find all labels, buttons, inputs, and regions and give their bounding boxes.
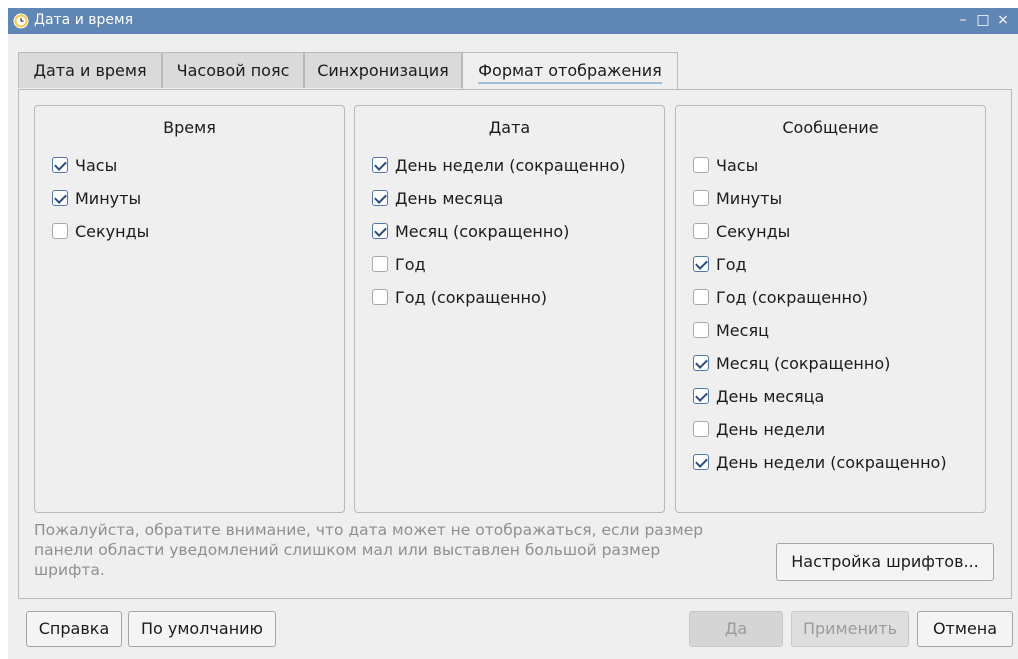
tab-label: Формат отображения bbox=[478, 61, 662, 84]
checkbox-box[interactable] bbox=[693, 190, 709, 206]
minimize-icon[interactable]: – bbox=[954, 10, 972, 30]
tab-synchronization[interactable]: Синхронизация bbox=[304, 52, 462, 88]
clock-app-icon bbox=[13, 13, 29, 29]
ok-button[interactable]: Да bbox=[689, 611, 783, 647]
checkbox-label: День месяца bbox=[716, 387, 825, 406]
checkbox-box[interactable] bbox=[372, 289, 388, 305]
checkbox-label: Месяц bbox=[716, 321, 769, 340]
defaults-button[interactable]: По умолчанию bbox=[128, 611, 276, 647]
checkbox-label: Секунды bbox=[75, 222, 150, 241]
maximize-icon[interactable]: □ bbox=[974, 10, 992, 30]
checkbox-label: Месяц (сокращенно) bbox=[716, 354, 891, 373]
checkbox-label: Год (сокращенно) bbox=[395, 288, 548, 307]
checkbox-box[interactable] bbox=[693, 157, 709, 173]
checkbox-box[interactable] bbox=[693, 223, 709, 239]
group-title: Дата bbox=[488, 118, 531, 137]
checkbox-label: Секунды bbox=[716, 222, 791, 241]
close-icon[interactable]: × bbox=[994, 10, 1012, 30]
group-message: Сообщение Часы Минуты Секунды Год Год (с… bbox=[675, 105, 986, 513]
checkbox-label: Год bbox=[395, 255, 426, 274]
tab-time-zone[interactable]: Часовой пояс bbox=[162, 52, 304, 88]
checkbox-box[interactable] bbox=[52, 157, 68, 173]
checkbox-label: День недели bbox=[716, 420, 826, 439]
group-title: Время bbox=[163, 118, 216, 137]
tab-date-time[interactable]: Дата и время bbox=[18, 52, 162, 88]
notice-line: шрифта. bbox=[34, 561, 105, 579]
checkbox-box[interactable] bbox=[52, 223, 68, 239]
checkbox-label: Минуты bbox=[716, 189, 783, 208]
date-time-window: Дата и время – □ × Дата и время Часовой … bbox=[8, 8, 1018, 659]
checkbox-box[interactable] bbox=[52, 190, 68, 206]
tab-label: Часовой пояс bbox=[176, 61, 290, 80]
checkbox-label: Часы bbox=[75, 156, 118, 175]
cancel-button[interactable]: Отмена bbox=[917, 611, 1013, 647]
checkbox-label: День недели (сокращенно) bbox=[716, 453, 947, 472]
checkbox-label: Часы bbox=[716, 156, 759, 175]
checkbox-box[interactable] bbox=[372, 157, 388, 173]
checkbox-box[interactable] bbox=[693, 322, 709, 338]
checkbox-box[interactable] bbox=[372, 223, 388, 239]
checkbox-label: Месяц (сокращенно) bbox=[395, 222, 570, 241]
help-button[interactable]: Справка bbox=[26, 611, 122, 647]
checkbox-box[interactable] bbox=[693, 256, 709, 272]
notice-line: панели области уведомлений слишком мал и… bbox=[34, 541, 661, 559]
checkbox-box[interactable] bbox=[693, 454, 709, 470]
checkbox-box[interactable] bbox=[693, 421, 709, 437]
tab-label: Синхронизация bbox=[317, 61, 449, 80]
checkbox-label: Год bbox=[716, 255, 747, 274]
checkbox-label: День недели (сокращенно) bbox=[395, 156, 626, 175]
checkbox-label: Год (сокращенно) bbox=[716, 288, 869, 307]
group-time: Время Часы Минуты Секунды bbox=[34, 105, 345, 513]
group-title: Сообщение bbox=[782, 118, 879, 137]
tab-label: Дата и время bbox=[33, 61, 147, 80]
tab-panel-display-format: Время Часы Минуты Секунды Дата День неде… bbox=[18, 89, 1012, 599]
tab-display-format[interactable]: Формат отображения bbox=[462, 52, 678, 90]
checkbox-box[interactable] bbox=[372, 190, 388, 206]
checkbox-box[interactable] bbox=[372, 256, 388, 272]
window-title: Дата и время bbox=[34, 12, 133, 28]
title-bar[interactable]: Дата и время – □ × bbox=[8, 8, 1018, 34]
group-date: Дата День недели (сокращенно) День месяц… bbox=[354, 105, 665, 513]
checkbox-box[interactable] bbox=[693, 355, 709, 371]
font-size-notice: Пожалуйста, обратите внимание, что дата … bbox=[34, 520, 769, 580]
checkbox-box[interactable] bbox=[693, 289, 709, 305]
checkbox-box[interactable] bbox=[693, 388, 709, 404]
checkbox-label: Минуты bbox=[75, 189, 142, 208]
notice-line: Пожалуйста, обратите внимание, что дата … bbox=[34, 521, 704, 539]
font-settings-button[interactable]: Настройка шрифтов... bbox=[776, 543, 994, 581]
apply-button[interactable]: Применить bbox=[791, 611, 909, 647]
checkbox-label: День месяца bbox=[395, 189, 504, 208]
